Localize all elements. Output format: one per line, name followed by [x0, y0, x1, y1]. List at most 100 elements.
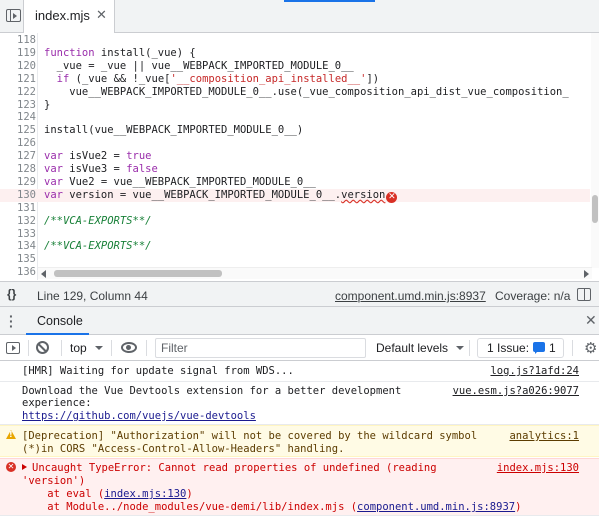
stack-frame: at Module../node_modules/vue-demi/lib/in…: [22, 501, 521, 514]
expand-caret-icon[interactable]: [22, 464, 27, 470]
message-source-link[interactable]: analytics:1: [509, 430, 579, 443]
warning-icon: [6, 430, 16, 439]
message-text: [HMR] Waiting for update signal from WDS…: [22, 365, 294, 377]
code-text: var Vue2 = vue__WEBPACK_IMPORTED_MODULE_…: [44, 175, 316, 188]
stack-frame-link[interactable]: index.mjs:130: [104, 488, 186, 500]
pretty-print-button[interactable]: {}: [7, 287, 16, 301]
line-number[interactable]: 136: [0, 266, 36, 279]
code-line[interactable]: 130 var version = vue__WEBPACK_IMPORTED_M…: [0, 188, 590, 203]
horizontal-scrollbar-thumb[interactable]: [54, 270, 222, 277]
toolbar-divider: [28, 340, 29, 356]
source-map-link[interactable]: component.umd.min.js:8937: [335, 289, 486, 303]
line-number[interactable]: 119: [0, 47, 36, 60]
code-text: var isVue2 = true: [44, 150, 152, 163]
line-number[interactable]: 129: [0, 176, 36, 189]
code-line[interactable]: 126: [0, 137, 590, 150]
line-number[interactable]: 123: [0, 99, 36, 112]
chevron-down-icon[interactable]: [95, 346, 103, 350]
stack-frame: at eval (index.mjs:130): [22, 488, 192, 501]
context-selector[interactable]: top: [70, 341, 87, 355]
code-line[interactable]: 122 vue__WEBPACK_IMPORTED_MODULE_0__.use…: [0, 86, 590, 99]
code-text: function install(_vue) {: [44, 46, 196, 59]
toolbar-divider: [469, 340, 470, 356]
code-text: var isVue3 = false: [44, 163, 158, 175]
code-line[interactable]: 132 /**VCA-EXPORTS**/: [0, 215, 590, 228]
line-number[interactable]: 134: [0, 240, 36, 253]
line-number[interactable]: 128: [0, 163, 36, 176]
close-tab-icon[interactable]: ✕: [96, 7, 107, 23]
vertical-scrollbar-thumb[interactable]: [592, 195, 598, 223]
line-number[interactable]: 126: [0, 137, 36, 150]
log-levels-dropdown[interactable]: Default levels: [376, 341, 448, 355]
line-number[interactable]: 127: [0, 150, 36, 163]
line-number[interactable]: 130: [0, 189, 36, 202]
code-line[interactable]: 119 function install(_vue) {: [0, 47, 590, 60]
code-text: if (_vue && !_vue['__composition_api_ins…: [56, 72, 380, 85]
code-line[interactable]: 121 if (_vue && !_vue['__composition_api…: [0, 73, 590, 86]
code-text: vue__WEBPACK_IMPORTED_MODULE_0__.use(_vu…: [44, 85, 569, 98]
toolbar-divider: [61, 340, 62, 356]
devtools-link[interactable]: https://github.com/vuejs/vue-devtools: [22, 410, 256, 423]
code-line[interactable]: 131: [0, 202, 590, 215]
clear-console-icon[interactable]: [36, 341, 49, 354]
console-sidebar-icon[interactable]: [6, 342, 20, 354]
line-number[interactable]: 131: [0, 202, 36, 215]
stack-frame-link[interactable]: component.umd.min.js:8937: [357, 501, 515, 513]
tab-index-mjs[interactable]: index.mjs ✕: [23, 0, 115, 33]
filter-placeholder: Filter: [161, 341, 188, 355]
code-text: /**VCA-EXPORTS**/: [44, 214, 152, 227]
line-number[interactable]: 132: [0, 215, 36, 228]
code-line[interactable]: 128 var isVue3 = false: [0, 163, 590, 176]
coverage-status: Coverage: n/a: [495, 289, 571, 303]
horizontal-scrollbar[interactable]: [38, 267, 592, 279]
code-line[interactable]: 133: [0, 228, 590, 241]
tab-console[interactable]: Console: [37, 314, 83, 328]
more-tools-icon[interactable]: · · ·: [9, 309, 14, 333]
message-text: Uncaught TypeError: Cannot read properti…: [32, 462, 437, 474]
code-text: /**VCA-EXPORTS**/: [44, 240, 152, 253]
scroll-right-icon[interactable]: [584, 270, 589, 278]
tab-label: index.mjs: [35, 8, 90, 23]
message-text: (*)in CORS "Access-Control-Allow-Headers…: [22, 443, 345, 455]
source-editor[interactable]: 118 119 function install(_vue) {120 _vue =…: [0, 33, 599, 280]
code-line[interactable]: 123}: [0, 99, 590, 112]
toolbar-divider: [572, 340, 573, 356]
scroll-left-icon[interactable]: [41, 270, 46, 278]
message-text: [Deprecation] "Authorization" will not b…: [22, 430, 478, 442]
code-line[interactable]: 120 _vue = _vue || vue__WEBPACK_IMPORTED…: [0, 60, 590, 73]
chevron-down-icon[interactable]: [456, 346, 464, 350]
code-text: _vue = _vue || vue__WEBPACK_IMPORTED_MOD…: [44, 59, 354, 72]
code-line[interactable]: 118: [0, 34, 590, 47]
message-source-link[interactable]: vue.esm.js?a026:9077: [453, 385, 579, 398]
code-line[interactable]: 127 var isVue2 = true: [0, 150, 590, 163]
message-text: experience:: [22, 397, 92, 409]
toggle-navigator-icon[interactable]: [6, 9, 21, 22]
cursor-position: Line 129, Column 44: [37, 289, 148, 303]
code-line[interactable]: 129 var Vue2 = vue__WEBPACK_IMPORTED_MODU…: [0, 176, 590, 189]
toolbar-divider: [111, 340, 112, 356]
vertical-scrollbar[interactable]: [591, 33, 599, 268]
editor-tab-bar: index.mjs ✕: [0, 0, 599, 33]
code-line[interactable]: 124: [0, 111, 590, 124]
message-source-link[interactable]: log.js?1afd:24: [490, 365, 579, 378]
toggle-debugger-sidebar-icon[interactable]: [577, 288, 591, 301]
active-panel-indicator: [284, 0, 375, 2]
gear-icon[interactable]: ⚙: [584, 339, 597, 357]
stack-text: ): [515, 501, 522, 513]
live-expression-eye-icon[interactable]: [121, 342, 137, 353]
line-number[interactable]: 122: [0, 86, 36, 99]
code-line[interactable]: 134 /**VCA-EXPORTS**/: [0, 240, 590, 253]
close-drawer-icon[interactable]: ✕: [585, 312, 597, 329]
line-number[interactable]: 135: [0, 253, 36, 266]
line-number[interactable]: 121: [0, 73, 36, 86]
message-source-link[interactable]: index.mjs:130: [497, 462, 579, 475]
line-number[interactable]: 120: [0, 60, 36, 73]
code-line[interactable]: 135: [0, 253, 590, 266]
error-icon: ✕: [6, 462, 16, 472]
issues-label: 1 Issue:: [487, 341, 530, 355]
line-number[interactable]: 133: [0, 228, 36, 241]
line-number[interactable]: 118: [0, 34, 36, 47]
line-number[interactable]: 125: [0, 124, 36, 137]
line-number[interactable]: 124: [0, 111, 36, 124]
code-line[interactable]: 125 install(vue__WEBPACK_IMPORTED_MODULE_…: [0, 124, 590, 137]
